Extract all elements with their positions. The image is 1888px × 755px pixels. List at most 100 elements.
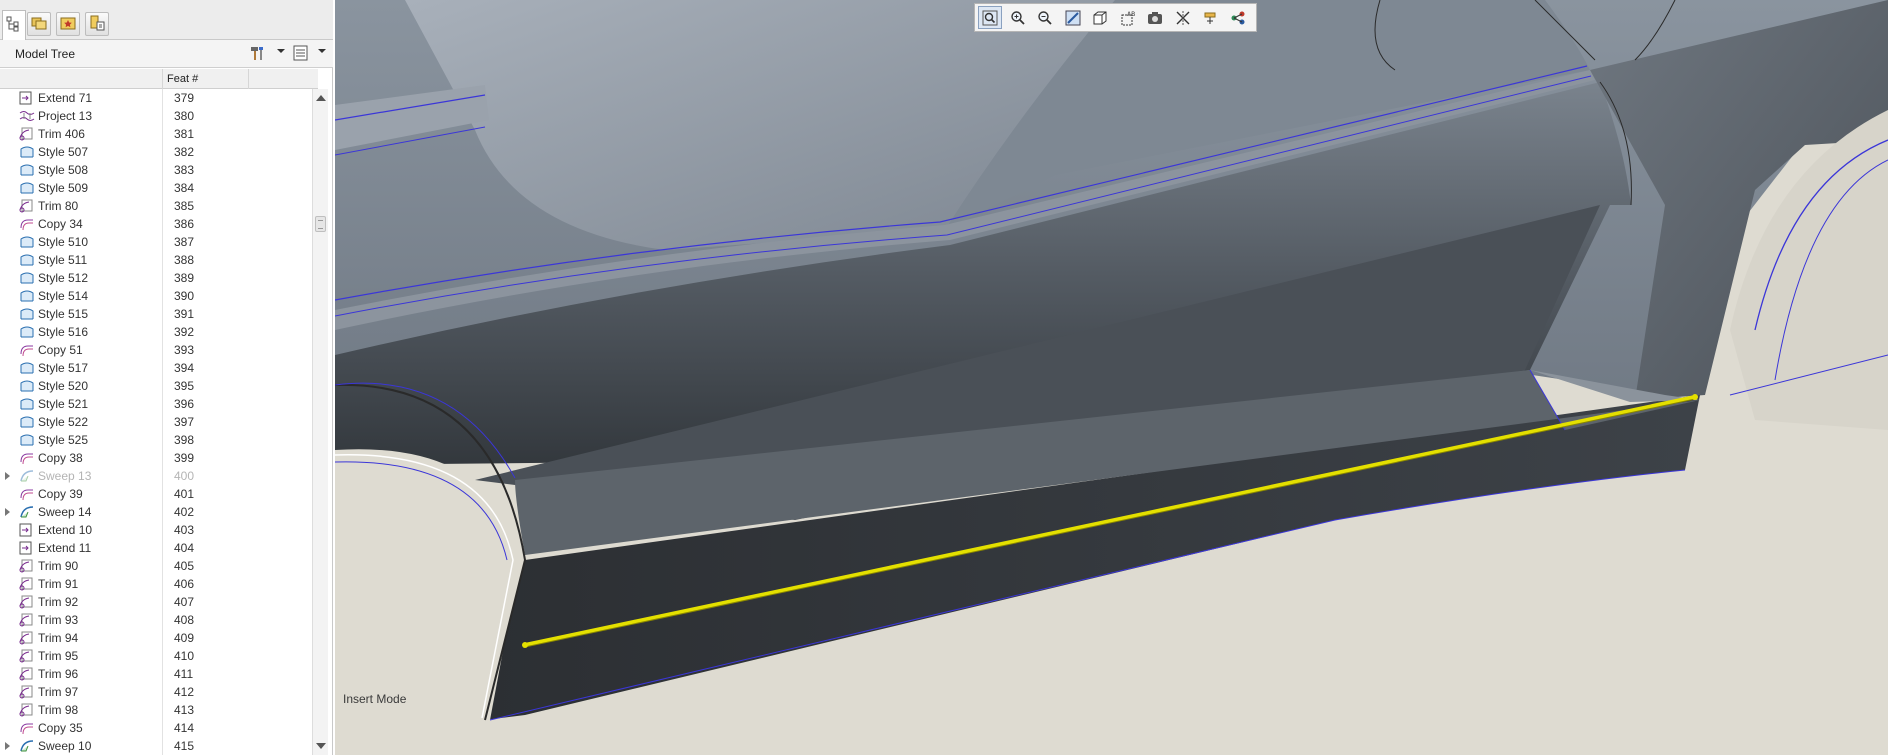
expand-arrow-icon[interactable] (5, 508, 10, 516)
zoom-out-button[interactable] (1033, 6, 1057, 29)
model-tree-scrollbar[interactable] (312, 89, 328, 755)
tree-row[interactable]: Extend 11 404 (0, 539, 313, 557)
zoom-in-button[interactable] (1006, 6, 1030, 29)
navigator-tabs (0, 0, 333, 40)
trim-icon (19, 613, 35, 627)
tree-row[interactable]: Trim 97 412 (0, 683, 313, 701)
tree-row[interactable]: Copy 38 399 (0, 449, 313, 467)
insert-mode-label: Insert Mode (343, 692, 407, 706)
copy-icon (19, 721, 35, 735)
tree-row[interactable]: Trim 91 406 (0, 575, 313, 593)
feature-name: Style 510 (38, 235, 89, 249)
annotation-display-icon (1230, 10, 1246, 26)
saved-orientations-icon (1092, 10, 1108, 26)
tree-row[interactable]: Copy 51 393 (0, 341, 313, 359)
tree-row[interactable]: Style 515 391 (0, 305, 313, 323)
feature-number: 401 (174, 487, 195, 501)
feature-name: Style 520 (38, 379, 89, 393)
layers-tab[interactable] (85, 12, 109, 36)
trim-icon (19, 595, 35, 609)
datum-display-button[interactable] (1171, 6, 1195, 29)
tree-row[interactable]: Sweep 10 415 (0, 737, 313, 755)
tree-row[interactable]: Style 522 397 (0, 413, 313, 431)
feature-number: 384 (174, 181, 195, 195)
tree-row[interactable]: Copy 39 401 (0, 485, 313, 503)
tree-row[interactable]: Style 517 394 (0, 359, 313, 377)
expand-arrow-icon[interactable] (5, 472, 10, 480)
annotation-display-button[interactable] (1226, 6, 1250, 29)
feature-number: 414 (174, 721, 195, 735)
repaint-button[interactable] (1061, 6, 1085, 29)
favorites-tab[interactable] (56, 12, 80, 36)
tree-row[interactable]: Style 520 395 (0, 377, 313, 395)
spin-center-button[interactable] (1198, 6, 1222, 29)
tree-row[interactable]: Trim 98 413 (0, 701, 313, 719)
scroll-up-arrow-icon[interactable] (316, 95, 326, 101)
zoom-out-icon (1037, 10, 1053, 26)
column-divider[interactable] (162, 69, 163, 89)
tree-row[interactable]: Copy 35 414 (0, 719, 313, 737)
tree-row[interactable]: Sweep 13 400 (0, 467, 313, 485)
tree-row[interactable]: Style 511 388 (0, 251, 313, 269)
tree-row[interactable]: Project 13 380 (0, 107, 313, 125)
style-icon (19, 433, 35, 447)
tree-row[interactable]: Trim 94 409 (0, 629, 313, 647)
tree-row[interactable]: Style 512 389 (0, 269, 313, 287)
project-icon (19, 109, 35, 123)
model-tree-title: Model Tree (15, 47, 76, 61)
tree-row[interactable]: Style 509 384 (0, 179, 313, 197)
tree-row[interactable]: Style 514 390 (0, 287, 313, 305)
tree-row[interactable]: Style 508 383 (0, 161, 313, 179)
column-divider[interactable] (248, 69, 249, 89)
style-icon (19, 253, 35, 267)
trim-icon (19, 631, 35, 645)
feature-name: Style 517 (38, 361, 89, 375)
saved-orientations-button[interactable] (1088, 6, 1112, 29)
tree-row[interactable]: Extend 71 379 (0, 89, 313, 107)
display-style-button[interactable]: AB (1116, 6, 1140, 29)
tree-row[interactable]: Trim 80 385 (0, 197, 313, 215)
expand-arrow-icon[interactable] (5, 742, 10, 750)
tree-row[interactable]: Trim 406 381 (0, 125, 313, 143)
trim-icon (19, 667, 35, 681)
tree-row[interactable]: Style 525 398 (0, 431, 313, 449)
tree-row[interactable]: Copy 34 386 (0, 215, 313, 233)
tree-row[interactable]: Trim 96 411 (0, 665, 313, 683)
style-icon (19, 145, 35, 159)
tree-row[interactable]: Extend 10 403 (0, 521, 313, 539)
tree-row[interactable]: Trim 92 407 (0, 593, 313, 611)
style-icon (19, 181, 35, 195)
settings-tools-button[interactable] (247, 44, 269, 64)
feature-name: Trim 94 (38, 631, 79, 645)
tree-row[interactable]: Style 507 382 (0, 143, 313, 161)
feature-name: Trim 80 (38, 199, 79, 213)
tree-row[interactable]: Trim 95 410 (0, 647, 313, 665)
refit-button[interactable] (978, 6, 1002, 29)
column-feat-number[interactable]: Feat # (167, 73, 198, 85)
feature-number: 396 (174, 397, 195, 411)
settings-dropdown-chevron-icon[interactable] (277, 49, 285, 53)
model-tree-tab[interactable] (2, 10, 26, 40)
graphics-viewport[interactable]: AB Insert Mode (335, 0, 1888, 755)
scrollbar-thumb[interactable] (315, 216, 326, 232)
tree-row[interactable]: Style 521 396 (0, 395, 313, 413)
feature-name: Trim 96 (38, 667, 79, 681)
tree-row[interactable]: Trim 93 408 (0, 611, 313, 629)
feature-name: Copy 38 (38, 451, 83, 465)
tree-options-dropdown-chevron-icon[interactable] (318, 49, 326, 53)
feature-number: 388 (174, 253, 195, 267)
tree-row[interactable]: Style 516 392 (0, 323, 313, 341)
show-tree-options-button[interactable] (290, 44, 312, 64)
style-icon (19, 307, 35, 321)
folder-browser-tab[interactable] (27, 12, 51, 36)
named-views-button[interactable] (1143, 6, 1167, 29)
feature-number: 386 (174, 217, 195, 231)
feature-name: Trim 97 (38, 685, 79, 699)
tree-row[interactable]: Sweep 14 402 (0, 503, 313, 521)
tree-row[interactable]: Style 510 387 (0, 233, 313, 251)
scroll-down-arrow-icon[interactable] (316, 743, 326, 749)
feature-name: Style 507 (38, 145, 89, 159)
feature-number: 393 (174, 343, 195, 357)
car-body-model-3d[interactable] (335, 0, 1888, 755)
tree-row[interactable]: Trim 90 405 (0, 557, 313, 575)
